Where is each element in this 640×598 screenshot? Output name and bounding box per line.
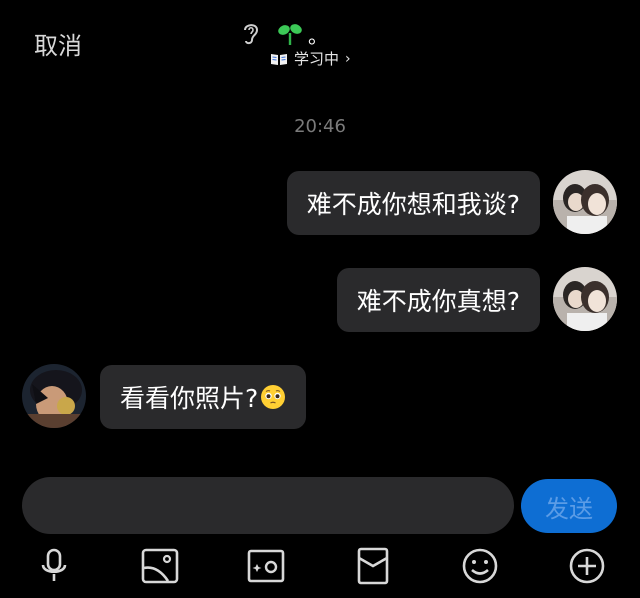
avatar[interactable] [553, 267, 617, 331]
message-text: 难不成你想和我谈? [306, 190, 520, 219]
red-packet-icon[interactable] [353, 546, 393, 586]
microphone-icon[interactable] [34, 546, 74, 586]
cancel-button[interactable]: 取消 [34, 26, 82, 61]
message-input[interactable] [22, 477, 514, 534]
message-text: 难不成你真想? [356, 287, 520, 316]
avatar[interactable] [22, 364, 86, 428]
message-bubble-sent[interactable]: 难不成你真想? [336, 268, 540, 332]
chevron-right-icon: › [345, 50, 351, 67]
camera-icon[interactable] [246, 546, 286, 586]
send-button[interactable]: 发送 [521, 479, 617, 533]
avatar[interactable] [553, 170, 617, 234]
message-bubble-sent[interactable]: 难不成你想和我谈? [286, 171, 540, 235]
status-label: 学习中 [294, 50, 340, 68]
ear-icon [244, 24, 259, 45]
pleading-face-icon [261, 385, 286, 409]
message-text: 看看你照片? [120, 384, 259, 413]
sprout-icon [278, 24, 302, 45]
status-indicator[interactable]: 学习中 › [270, 48, 351, 69]
book-icon [271, 53, 287, 65]
contact-name: 。 [308, 24, 328, 48]
plus-icon[interactable] [567, 546, 607, 586]
message-bubble-received[interactable]: 看看你照片? [100, 365, 307, 429]
image-icon[interactable] [140, 546, 180, 586]
message-timestamp: 20:46 [294, 116, 346, 137]
smile-icon[interactable] [460, 546, 500, 586]
